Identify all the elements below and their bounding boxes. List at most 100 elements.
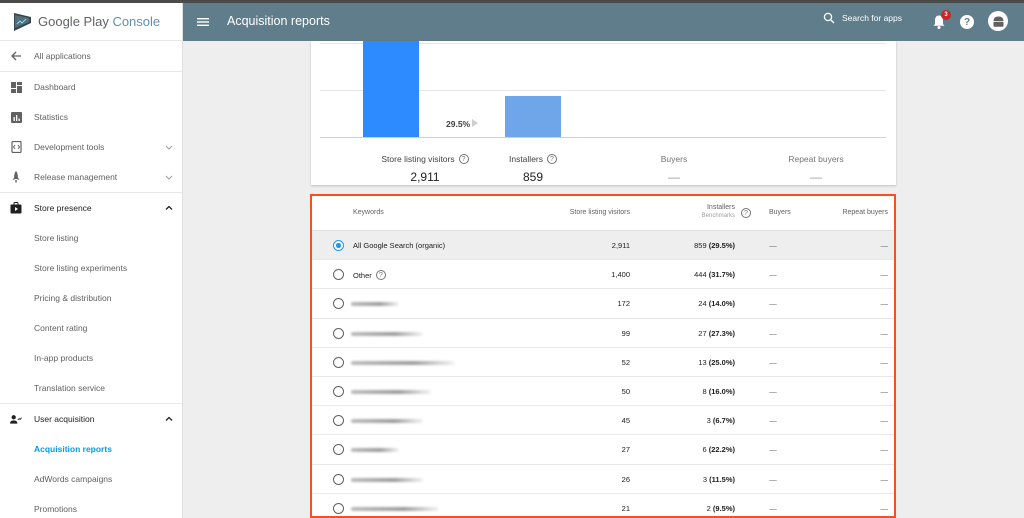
- redacted-keyword: [351, 448, 399, 453]
- sidebar-item-pricing-distribution[interactable]: Pricing & distribution: [0, 283, 182, 313]
- buyers-cell: —: [769, 386, 777, 396]
- buyers-cell: —: [769, 445, 777, 455]
- sidebar-item-translation-service[interactable]: Translation service: [0, 373, 182, 403]
- chevron-up-icon[interactable]: [164, 414, 174, 424]
- table-row[interactable]: All Google Search (organic) 2,911 859 (29.…: [312, 231, 894, 261]
- help-circle-icon[interactable]: ?: [741, 208, 751, 218]
- installers-cell: 3 (6.7%): [706, 416, 735, 426]
- menu-icon[interactable]: [196, 15, 210, 29]
- row-radio-button[interactable]: [333, 473, 344, 485]
- sidebar-item-in-app-products[interactable]: In-app products: [0, 343, 182, 373]
- row-radio-button[interactable]: [333, 298, 344, 310]
- sidebar-item-all-applications[interactable]: All applications: [0, 41, 182, 71]
- column-header-installers[interactable]: Installers Benchmarks: [690, 203, 735, 221]
- table-row[interactable]: 27 6 (22.2%) — —: [312, 435, 894, 465]
- help-icon[interactable]: ?: [960, 15, 974, 29]
- help-circle-icon[interactable]: ?: [547, 154, 557, 164]
- table-row[interactable]: 52 13 (25.0%) — —: [312, 348, 894, 377]
- table-row[interactable]: Other? 1,400 444 (31.7%) — —: [312, 260, 894, 290]
- metric-value: 859: [522, 170, 544, 184]
- row-radio-button[interactable]: [333, 356, 344, 368]
- table-row[interactable]: 172 24 (14.0%) — —: [312, 289, 894, 319]
- sidebar-item-store-listing[interactable]: Store listing: [0, 223, 182, 253]
- search-apps[interactable]: Search for apps: [823, 12, 902, 24]
- metric-value: —: [668, 170, 680, 184]
- account-avatar[interactable]: [988, 11, 1008, 31]
- sidebar-item-development-tools[interactable]: Development tools: [0, 132, 182, 162]
- table-row[interactable]: 50 8 (16.0%) — —: [312, 377, 894, 407]
- row-radio-button[interactable]: [333, 444, 344, 456]
- sidebar-item-release-management[interactable]: Release management: [0, 162, 182, 192]
- column-header-keywords[interactable]: Keywords: [353, 209, 384, 216]
- row-radio-button[interactable]: [333, 269, 344, 281]
- column-header-visitors[interactable]: Store listing visitors: [564, 209, 630, 216]
- installers-cell: 3 (11.5%): [702, 474, 735, 484]
- user-acquisition-icon: [10, 413, 22, 425]
- table-row[interactable]: 45 3 (6.7%) — —: [312, 406, 894, 436]
- row-radio-button[interactable]: [333, 415, 344, 427]
- column-header-repeat-buyers[interactable]: Repeat buyers: [840, 209, 888, 216]
- repeat-buyers-cell: —: [880, 386, 889, 396]
- arrow-left-icon: [10, 50, 22, 62]
- visitors-cell: 50: [621, 386, 630, 396]
- buyers-cell: —: [769, 328, 777, 338]
- metric-installers: Installers? 859: [463, 149, 603, 184]
- sidebar-item-dashboard[interactable]: Dashboard: [0, 72, 182, 102]
- repeat-buyers-cell: —: [880, 270, 889, 280]
- brand[interactable]: Google Play Console: [0, 3, 182, 41]
- funnel-chart: [320, 41, 886, 138]
- chevron-down-icon[interactable]: [164, 172, 174, 182]
- sidebar-item-store-listing-experiments[interactable]: Store listing experiments: [0, 253, 182, 283]
- table-row[interactable]: 21 2 (9.5%) — —: [312, 494, 894, 518]
- row-radio-button[interactable]: [333, 502, 344, 514]
- funnel-bar-store-listing-visitors[interactable]: [363, 41, 419, 137]
- row-radio-button[interactable]: [333, 385, 344, 397]
- row-radio-button[interactable]: [333, 327, 344, 339]
- sidebar-item-adwords-campaigns[interactable]: AdWords campaigns: [0, 464, 182, 494]
- chevron-up-icon[interactable]: [164, 203, 174, 213]
- conversion-rate: (14.0%): [708, 299, 735, 309]
- sidebar-item-content-rating[interactable]: Content rating: [0, 313, 182, 343]
- dashboard-icon: [10, 81, 22, 93]
- rocket-icon: [10, 171, 22, 183]
- row-radio-button[interactable]: [333, 240, 344, 251]
- sidebar-item-promotions[interactable]: Promotions: [0, 494, 182, 518]
- installers-cell: 6 (22.2%): [702, 445, 735, 455]
- help-circle-icon[interactable]: ?: [375, 270, 386, 281]
- notification-badge: 3: [941, 10, 951, 20]
- brand-name: Google Play Console: [38, 14, 161, 29]
- conversion-arrow-icon: [472, 119, 478, 127]
- repeat-buyers-cell: —: [880, 241, 889, 250]
- table-row[interactable]: 99 27 (27.3%) — —: [312, 319, 894, 348]
- search-label: Search for apps: [842, 13, 903, 23]
- redacted-keyword: [351, 331, 423, 336]
- repeat-buyers-cell: —: [880, 503, 889, 513]
- redacted-keyword: [351, 360, 455, 365]
- app-header: Acquisition reports Search for apps 3 ?: [183, 3, 1024, 41]
- conversion-rate: (16.0%): [708, 386, 735, 396]
- sidebar-item-statistics[interactable]: Statistics: [0, 102, 182, 132]
- metric-buyers: Buyers —: [604, 149, 744, 184]
- installers-cell: 13 (25.0%): [698, 357, 735, 367]
- visitors-cell: 2,911: [611, 241, 630, 250]
- funnel-bar-installers[interactable]: [505, 96, 561, 137]
- repeat-buyers-cell: —: [880, 474, 889, 484]
- table-row[interactable]: 26 3 (11.5%) — —: [312, 465, 894, 494]
- store-bag-icon: [10, 202, 22, 214]
- visitors-cell: 21: [621, 503, 630, 513]
- installers-cell: 2 (9.5%): [706, 503, 735, 513]
- column-header-buyers[interactable]: Buyers: [769, 209, 791, 216]
- buyers-cell: —: [769, 357, 777, 367]
- visitors-cell: 45: [621, 416, 630, 426]
- chevron-down-icon[interactable]: [164, 142, 174, 152]
- sidebar-item-store-presence[interactable]: Store presence: [0, 193, 182, 223]
- redacted-keyword: [351, 419, 423, 424]
- sidebar-item-acquisition-reports[interactable]: Acquisition reports: [0, 434, 182, 464]
- keyword-cell: All Google Search (organic): [353, 241, 446, 250]
- installers-cell: 8 (16.0%): [702, 386, 735, 396]
- sidebar-item-user-acquisition[interactable]: User acquisition: [0, 404, 182, 434]
- statistics-icon: [10, 111, 22, 123]
- buyers-cell: —: [769, 299, 777, 309]
- visitors-cell: 26: [621, 474, 630, 484]
- conversion-rate: (25.0%): [708, 357, 735, 367]
